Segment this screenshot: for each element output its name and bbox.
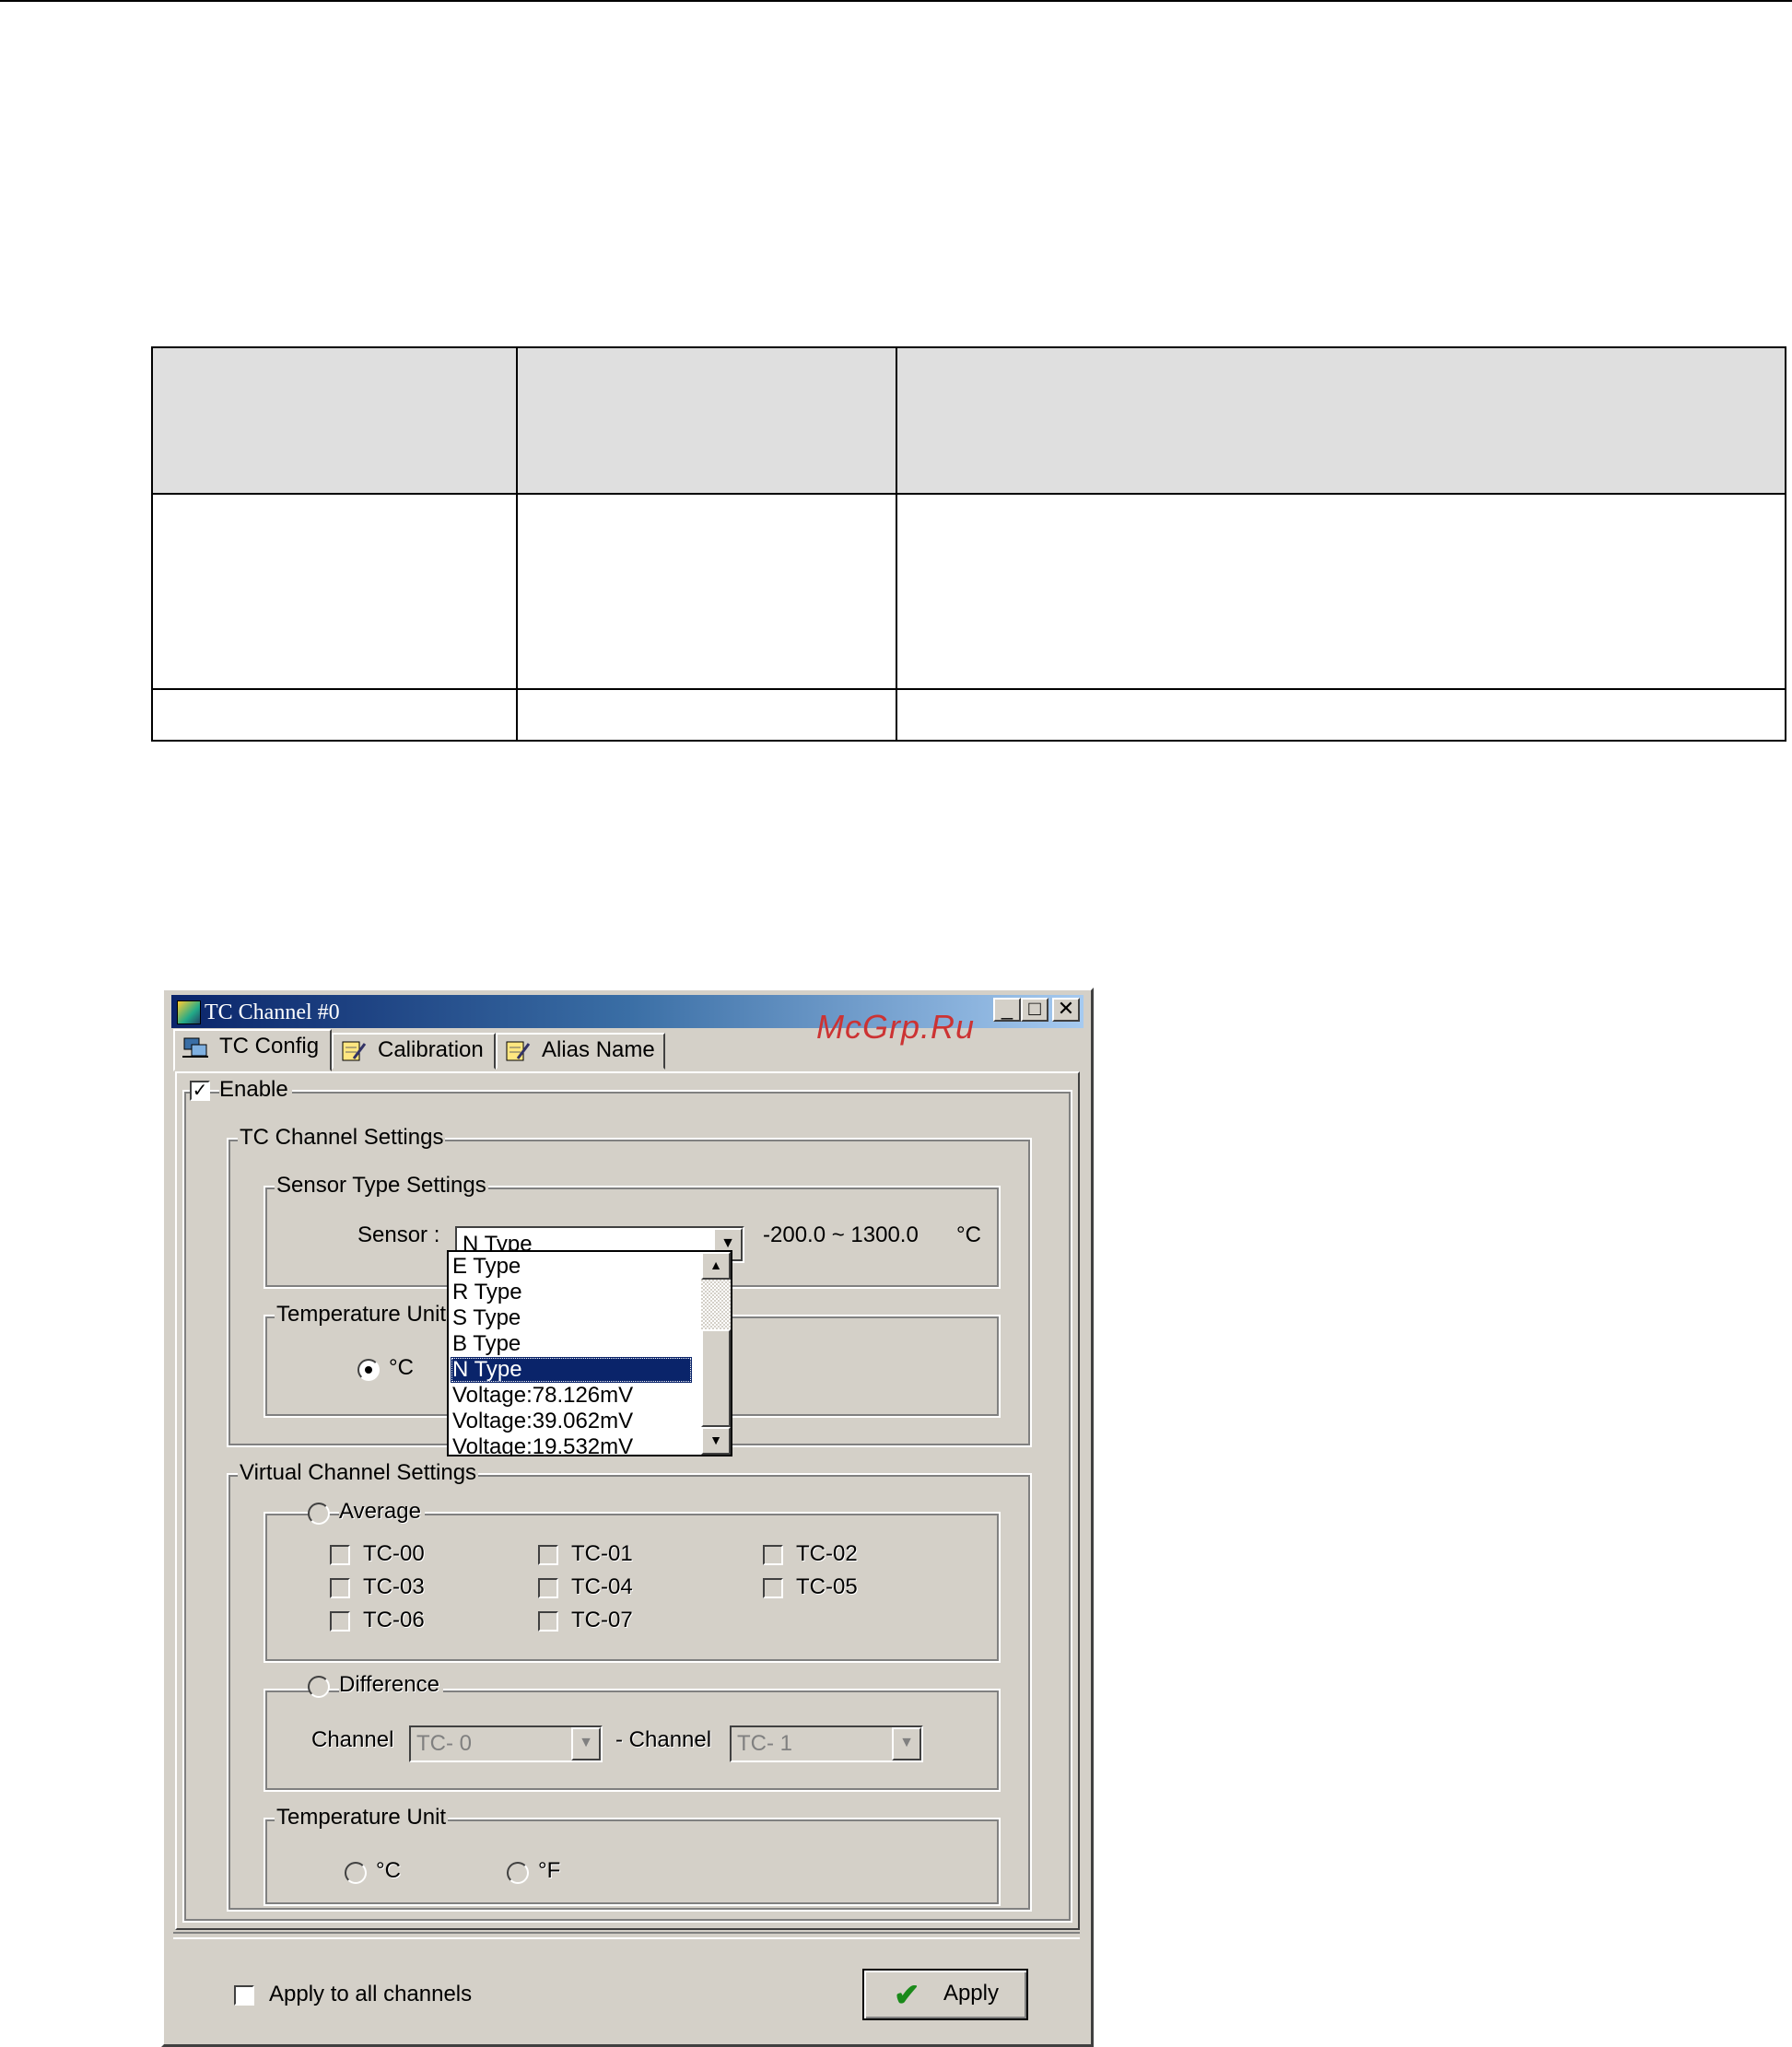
tc-03-checkbox[interactable] — [330, 1578, 350, 1598]
table-cell — [896, 688, 1786, 742]
celsius-radio[interactable] — [357, 1359, 380, 1381]
tab-label: Alias Name — [542, 1037, 655, 1062]
group-title: Temperature Unit S — [275, 1302, 469, 1328]
group-title: Temperature Unit — [275, 1805, 449, 1831]
tc-04-checkbox[interactable] — [538, 1578, 558, 1598]
list-item[interactable]: Voltage:19.532mV — [451, 1434, 692, 1455]
minus-channel-value: TC- 1 — [737, 1731, 792, 1756]
tc-config-page: ✓ Enable TC Channel Settings Sensor Type… — [175, 1071, 1080, 1930]
table-header-cell — [896, 346, 1786, 495]
tc-03-label: TC-03 — [363, 1574, 425, 1599]
virtual-celsius-label: °C — [376, 1858, 401, 1883]
enable-label: Enable — [219, 1077, 292, 1103]
table-cell — [896, 493, 1786, 690]
tc-channel-window: TC Channel #0 McGrp.Ru _ □ ✕ TC Config C… — [161, 988, 1094, 2047]
list-item[interactable]: R Type — [451, 1280, 692, 1305]
scroll-down-icon[interactable]: ▼ — [701, 1427, 731, 1455]
sensor-unit: °C — [956, 1222, 981, 1247]
list-item[interactable]: E Type — [451, 1254, 692, 1280]
tab-tc-config[interactable]: TC Config — [173, 1029, 332, 1071]
minimize-button[interactable]: _ — [993, 998, 1021, 1022]
table-row — [151, 688, 1786, 742]
network-icon — [182, 1037, 208, 1058]
app-icon — [177, 1000, 201, 1024]
sensor-dropdown-list[interactable]: E Type R Type S Type B Type N Type Volta… — [447, 1250, 732, 1456]
virtual-celsius-radio[interactable] — [345, 1862, 367, 1884]
virtual-temperature-unit-group: Temperature Unit °C °F — [264, 1805, 1001, 1906]
watermark: McGrp.Ru — [816, 1008, 976, 1046]
tc-05-label: TC-05 — [796, 1574, 858, 1599]
tc-07-checkbox[interactable] — [538, 1611, 558, 1632]
tc-00-label: TC-00 — [363, 1541, 425, 1566]
list-item[interactable]: B Type — [451, 1331, 692, 1357]
average-label: Average — [339, 1499, 425, 1525]
tc-02-label: TC-02 — [796, 1541, 858, 1566]
notepad-icon — [506, 1041, 531, 1061]
table-header-cell — [151, 346, 518, 495]
difference-radio[interactable] — [308, 1676, 330, 1698]
list-item[interactable]: S Type — [451, 1305, 692, 1331]
checkmark-icon: ✔ — [894, 1978, 920, 2013]
title-bar[interactable]: TC Channel #0 McGrp.Ru _ □ ✕ — [171, 995, 1083, 1046]
tab-alias-name[interactable]: Alias Name — [496, 1033, 665, 1070]
tab-calibration[interactable]: Calibration — [332, 1033, 496, 1070]
chevron-down-icon[interactable]: ▼ — [892, 1727, 921, 1760]
channel-select[interactable]: TC- 0 ▼ — [409, 1725, 603, 1762]
group-title: Virtual Channel Settings — [238, 1460, 479, 1486]
tc-07-label: TC-07 — [571, 1608, 633, 1632]
tc-02-checkbox[interactable] — [763, 1545, 783, 1565]
document-table — [151, 346, 1786, 742]
window-title: TC Channel #0 — [205, 1000, 340, 1024]
list-item[interactable]: Voltage:39.062mV — [451, 1409, 692, 1434]
close-button[interactable]: ✕ — [1052, 998, 1080, 1022]
sensor-range: -200.0 ~ 1300.0 — [763, 1222, 919, 1247]
celsius-label: °C — [389, 1355, 414, 1380]
chevron-down-icon[interactable]: ▼ — [571, 1727, 601, 1760]
virtual-fahrenheit-label: °F — [538, 1858, 561, 1883]
group-title: TC Channel Settings — [238, 1125, 446, 1151]
apply-label: Apply — [943, 1981, 999, 2006]
virtual-channel-settings-group: Virtual Channel Settings Average TC-00 T… — [227, 1460, 1032, 1912]
table-cell — [516, 493, 897, 690]
tc-00-checkbox[interactable] — [330, 1545, 350, 1565]
footer-separator — [173, 1932, 1080, 1939]
virtual-fahrenheit-radio[interactable] — [507, 1862, 529, 1884]
minus-channel-select[interactable]: TC- 1 ▼ — [730, 1725, 923, 1762]
tc-01-checkbox[interactable] — [538, 1545, 558, 1565]
table-cell — [151, 493, 518, 690]
table-header-row — [151, 346, 1786, 495]
scroll-thumb[interactable] — [701, 1329, 731, 1427]
table-cell — [151, 688, 518, 742]
difference-label: Difference — [339, 1672, 443, 1698]
tab-label: TC Config — [219, 1034, 320, 1059]
average-radio[interactable] — [308, 1503, 330, 1525]
tc-05-checkbox[interactable] — [763, 1578, 783, 1598]
page-top-rule — [0, 0, 1792, 2]
table-row — [151, 493, 1786, 690]
channel-value: TC- 0 — [416, 1731, 472, 1756]
group-title: Sensor Type Settings — [275, 1173, 488, 1199]
apply-all-label: Apply to all channels — [269, 1982, 473, 2006]
scroll-up-icon[interactable]: ▲ — [701, 1252, 731, 1280]
dropdown-scrollbar[interactable]: ▲ ▼ — [701, 1252, 731, 1455]
tc-04-label: TC-04 — [571, 1574, 633, 1599]
sensor-label: Sensor : — [357, 1222, 440, 1247]
enable-checkbox[interactable]: ✓ — [190, 1081, 210, 1101]
minus-channel-label: - Channel — [615, 1727, 712, 1752]
tab-label: Calibration — [378, 1037, 484, 1062]
apply-all-checkbox[interactable] — [234, 1985, 254, 2006]
tc-06-label: TC-06 — [363, 1608, 425, 1632]
maximize-button[interactable]: □ — [1021, 998, 1048, 1022]
apply-button[interactable]: ✔ Apply — [862, 1969, 1028, 2020]
tc-06-checkbox[interactable] — [330, 1611, 350, 1632]
notepad-icon — [342, 1041, 367, 1061]
table-cell — [516, 688, 897, 742]
channel-label: Channel — [311, 1727, 394, 1752]
list-item[interactable]: Voltage:78.126mV — [451, 1383, 692, 1409]
tc-01-label: TC-01 — [571, 1541, 633, 1566]
list-item-selected[interactable]: N Type — [451, 1357, 692, 1383]
table-header-cell — [516, 346, 897, 495]
